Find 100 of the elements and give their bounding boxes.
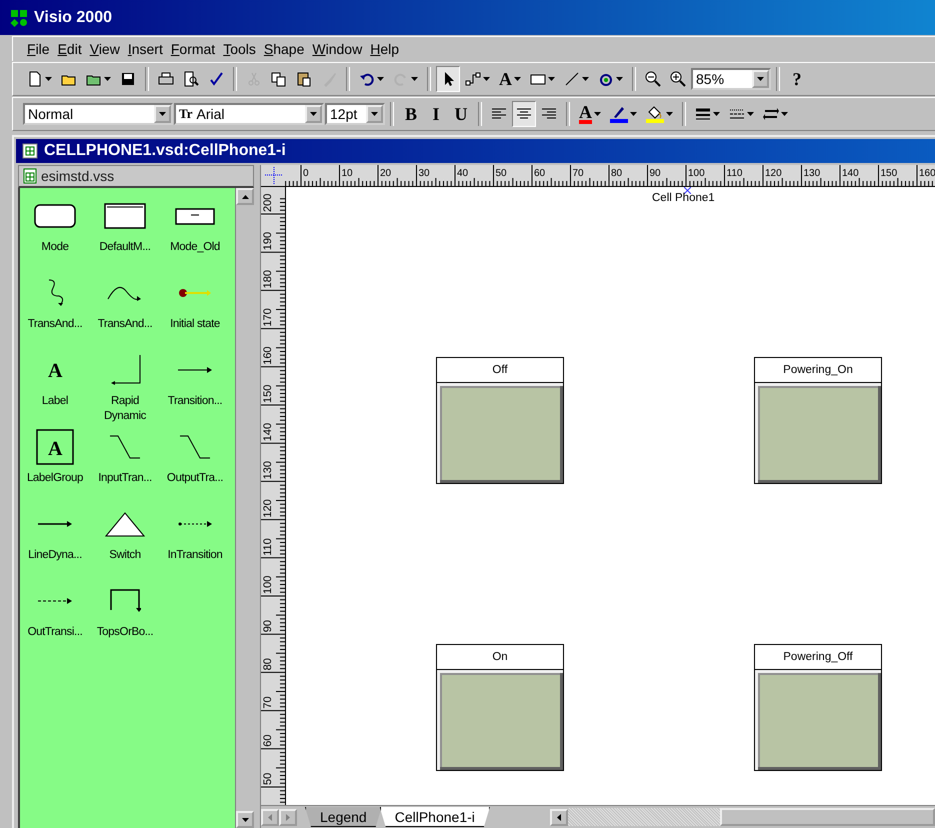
field-value: 12pt [330, 106, 358, 122]
toolbar-button[interactable]: A [495, 66, 525, 92]
menu-item[interactable]: Format [166, 41, 220, 57]
stencil-icon [23, 168, 37, 184]
field-value: Arial [196, 106, 226, 122]
caret-icon [548, 77, 555, 81]
menu-item[interactable]: Help [366, 41, 404, 57]
arrow-icon [38, 521, 72, 527]
step-line-icon [109, 435, 141, 459]
ruler-label: 30 [418, 168, 430, 179]
caret-icon [630, 112, 637, 116]
ruler-label: 90 [262, 620, 274, 632]
menu-item[interactable]: Window [308, 41, 366, 57]
save-icon [120, 71, 136, 87]
ruler-label: 50 [262, 772, 274, 785]
zoom-out-icon [645, 71, 661, 87]
ruler-label: 70 [262, 696, 274, 709]
ruler-label: 10 [342, 168, 353, 179]
dropdown-field[interactable]: Tr Arial [174, 103, 324, 125]
scroll-left-icon[interactable] [556, 814, 561, 820]
caret-icon [666, 112, 673, 116]
field-value: Normal [28, 106, 74, 122]
line-ends-icon [763, 106, 779, 122]
dotted-arrow-icon [178, 521, 212, 527]
page-tab[interactable]: Legend [305, 807, 382, 827]
spell-check-icon [208, 71, 224, 87]
ruler-label: 110 [726, 168, 742, 179]
caret-icon [514, 77, 521, 81]
connector-icon [465, 71, 481, 87]
toolbar-button[interactable]: U [449, 101, 473, 127]
rotate-icon [598, 71, 614, 87]
scroll-up-icon[interactable] [242, 194, 248, 198]
boxed-letter-icon: A [36, 429, 74, 465]
toolbar-button[interactable] [512, 101, 536, 127]
font-glyph: Tr [179, 106, 192, 122]
ruler-label: 180 [262, 270, 274, 288]
rectangle-icon [175, 208, 215, 224]
scroll-down-icon[interactable] [242, 818, 248, 822]
dot-arrow-icon [179, 289, 211, 297]
line-weight-icon [695, 106, 711, 122]
ruler-label: 120 [262, 499, 274, 518]
menu-item[interactable]: Shape [260, 41, 308, 57]
print-icon [158, 71, 174, 87]
copy-icon [271, 71, 287, 87]
caret-icon [104, 77, 111, 81]
dropdown-field[interactable]: 12pt [325, 103, 385, 125]
caret-icon [594, 112, 601, 116]
stencil-header[interactable]: esimstd.vss [18, 165, 254, 188]
caret-icon [310, 112, 317, 116]
ruler-label: 90 [650, 168, 661, 179]
caret-icon [483, 77, 490, 81]
ruler-label: 60 [534, 168, 546, 179]
state-title: Powering_Off [754, 644, 882, 670]
ruler-label: 80 [262, 658, 274, 670]
dropdown-field[interactable]: Normal [23, 103, 173, 125]
scroll-thumb[interactable] [720, 808, 935, 826]
document-title: CELLPHONE1.vsd:CellPhone1-i [44, 142, 286, 160]
page-label: Cell Phone1 [652, 192, 715, 204]
step-line-icon [179, 435, 211, 459]
ruler-label: 150 [262, 384, 274, 403]
toolbar-button[interactable]: B [399, 101, 423, 127]
new-page-icon [27, 71, 43, 87]
ruler-label: 20 [380, 168, 392, 179]
corner-arrow-icon [110, 355, 140, 385]
ruler-label: 50 [496, 168, 507, 179]
page-center-marker-icon [684, 187, 691, 194]
state-title: Off [436, 357, 564, 383]
page-tab[interactable]: CellPhone1-i [380, 807, 490, 827]
ruler-label: 60 [262, 734, 274, 747]
caret-icon [781, 112, 788, 116]
toolbar-button[interactable]: A [575, 101, 605, 127]
arrow-icon [178, 367, 212, 373]
vertical-scrollbar[interactable] [235, 188, 254, 828]
ruler-label: 150 [880, 168, 898, 179]
rounded-rectangle-icon [34, 204, 76, 228]
menu-item[interactable]: View [86, 41, 124, 57]
state-title: On [436, 644, 564, 670]
toolbar-button[interactable] [436, 66, 460, 92]
toolbar-button[interactable]: ? [785, 66, 809, 92]
letter-icon: A [46, 362, 64, 378]
ruler-label: 140 [842, 168, 859, 179]
toolbar-button[interactable]: I [424, 101, 448, 127]
curved-arrow-icon [107, 285, 143, 301]
ruler-label: 100 [688, 168, 705, 179]
caret-icon [371, 112, 378, 116]
menu-item[interactable]: Edit [54, 41, 86, 57]
horizontal-scrollbar[interactable] [568, 808, 720, 826]
menu-item[interactable]: File [23, 41, 54, 57]
menu-item[interactable]: Tools [219, 41, 260, 57]
triangle-icon [105, 512, 145, 536]
field-value: 85% [696, 71, 726, 87]
menu-item[interactable]: Insert [124, 41, 167, 57]
ruler-label: 110 [262, 538, 274, 556]
dropdown-field[interactable]: 85% [691, 68, 771, 90]
ruler-label: 40 [457, 168, 468, 179]
undo-icon [359, 71, 375, 87]
ruler-label: 130 [262, 461, 274, 480]
caret-icon [159, 112, 166, 116]
drawing-canvas[interactable]: Cell Phone1 Off Powering_On On Powering_Off [286, 187, 935, 805]
caret-icon [377, 77, 384, 81]
